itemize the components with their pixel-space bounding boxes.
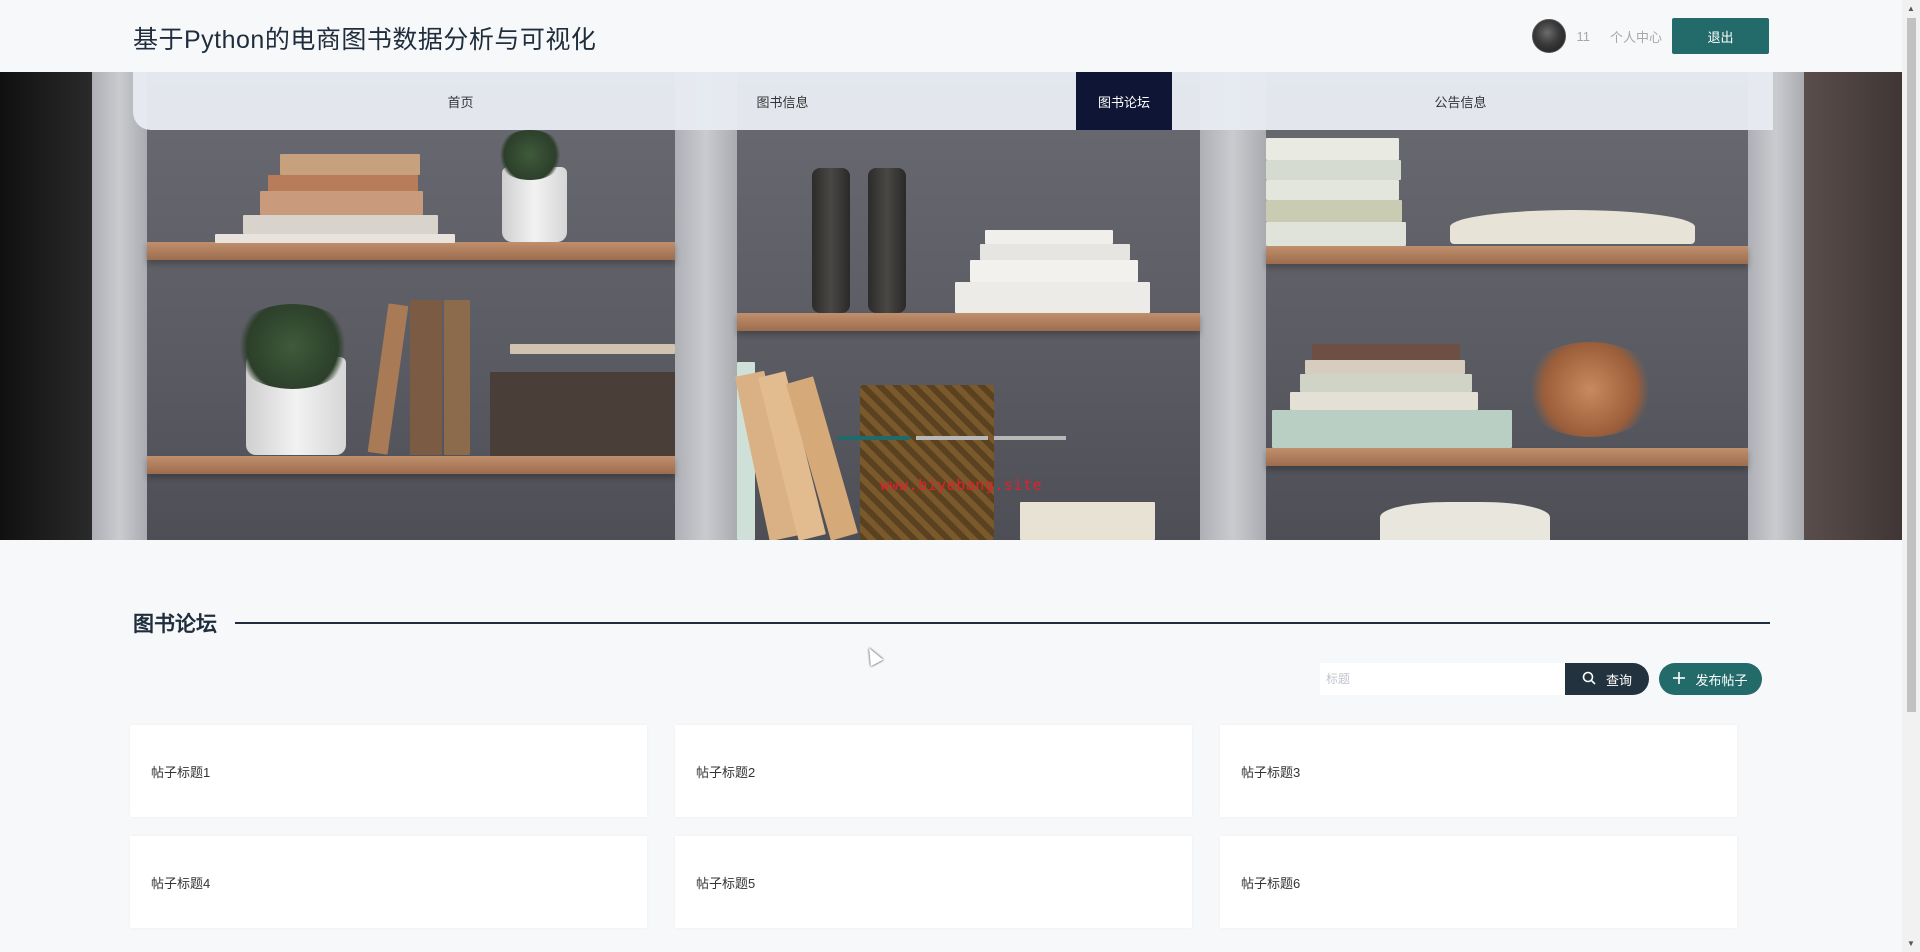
book	[1272, 410, 1512, 448]
book	[1290, 392, 1478, 410]
book	[955, 282, 1150, 313]
book	[260, 191, 423, 215]
logout-button[interactable]: 退出	[1672, 18, 1769, 54]
add-post-button[interactable]: 发布帖子	[1659, 663, 1762, 695]
nav-item-home[interactable]: 首页	[383, 72, 538, 130]
plus-icon	[1673, 671, 1686, 687]
open-book	[1450, 210, 1695, 244]
book	[970, 260, 1138, 282]
decor-coral	[1520, 342, 1660, 437]
search-bar: 查询 发布帖子	[1320, 663, 1762, 695]
post-title: 帖子标题2	[696, 764, 756, 780]
carousel-dot[interactable]	[994, 436, 1066, 440]
plant-leaves	[230, 304, 355, 389]
post-title: 帖子标题5	[696, 875, 756, 891]
page-scrollbar[interactable]: ▲ ▼	[1902, 0, 1920, 952]
plant-leaves	[495, 130, 565, 180]
book	[243, 215, 438, 234]
book	[444, 300, 470, 455]
book	[1380, 502, 1550, 540]
book	[490, 372, 675, 456]
top-header: 基于Python的电商图书数据分析与可视化 11 个人中心 退出	[0, 0, 1902, 72]
section-header: 图书论坛	[133, 608, 1770, 638]
section-title: 图书论坛	[133, 613, 217, 636]
nav-item-book-forum[interactable]: 图书论坛	[1076, 72, 1172, 130]
post-title: 帖子标题1	[151, 764, 211, 780]
book	[268, 175, 418, 191]
post-card[interactable]: 帖子标题2	[675, 725, 1192, 817]
book	[1020, 502, 1155, 540]
search-button[interactable]: 查询	[1565, 663, 1649, 695]
post-card[interactable]: 帖子标题4	[130, 836, 647, 928]
book	[985, 230, 1113, 244]
main-nav: 首页 图书信息 图书论坛 公告信息	[133, 72, 1773, 130]
binocular	[812, 168, 850, 313]
book	[1312, 344, 1460, 360]
search-button-label: 查询	[1605, 672, 1632, 688]
username: 11	[1576, 28, 1590, 44]
decor-box	[860, 385, 994, 540]
book	[1305, 360, 1465, 374]
shelf-board	[1266, 246, 1748, 264]
book	[1266, 200, 1402, 222]
book	[1266, 138, 1399, 160]
user-area: 11 个人中心 退出	[1532, 18, 1769, 54]
section-divider	[235, 622, 1770, 624]
post-card[interactable]: 帖子标题3	[1220, 725, 1737, 817]
search-icon	[1582, 671, 1596, 688]
book	[510, 344, 675, 354]
post-title: 帖子标题6	[1241, 875, 1301, 891]
shelf-board	[147, 456, 675, 474]
book	[1266, 160, 1401, 180]
scrollbar-thumb[interactable]	[1907, 18, 1916, 712]
user-avatar[interactable]	[1532, 19, 1567, 53]
carousel-dot[interactable]	[838, 436, 910, 440]
shelf-post	[675, 72, 737, 540]
book	[280, 154, 420, 175]
profile-link[interactable]: 个人中心	[1610, 27, 1662, 46]
title-search-input[interactable]	[1320, 663, 1565, 695]
book	[1300, 374, 1472, 392]
carousel-indicators	[838, 436, 1066, 440]
nav-item-announcements[interactable]: 公告信息	[1383, 72, 1538, 130]
add-post-label: 发布帖子	[1695, 672, 1748, 688]
post-card[interactable]: 帖子标题6	[1220, 836, 1737, 928]
book	[215, 234, 455, 243]
book	[1266, 180, 1399, 200]
post-card[interactable]: 帖子标题1	[130, 725, 647, 817]
scroll-down-icon[interactable]: ▼	[1902, 935, 1920, 952]
banner-carousel[interactable]: www.biyebang.site	[0, 72, 1902, 540]
book	[1266, 222, 1406, 246]
nav-item-book-info[interactable]: 图书信息	[705, 72, 860, 130]
book	[980, 244, 1130, 260]
shelf-post	[1748, 72, 1804, 540]
watermark-text: www.biyebang.site	[880, 476, 1043, 494]
banner-dark-edge	[0, 72, 92, 540]
shelf-board	[1266, 448, 1748, 466]
post-card[interactable]: 帖子标题5	[675, 836, 1192, 928]
scroll-up-icon[interactable]: ▲	[1902, 0, 1920, 17]
post-title: 帖子标题3	[1241, 764, 1301, 780]
post-title: 帖子标题4	[151, 875, 211, 891]
book	[410, 300, 442, 455]
shelf-post	[1200, 72, 1266, 540]
binocular	[868, 168, 906, 313]
shelf-board	[147, 242, 675, 260]
site-title: 基于Python的电商图书数据分析与可视化	[133, 26, 597, 54]
banner-dark-edge-right	[1802, 72, 1902, 540]
shelf-board	[737, 313, 1200, 331]
carousel-dot[interactable]	[916, 436, 988, 440]
mouse-cursor-icon	[862, 644, 884, 667]
shelf-post	[92, 72, 147, 540]
